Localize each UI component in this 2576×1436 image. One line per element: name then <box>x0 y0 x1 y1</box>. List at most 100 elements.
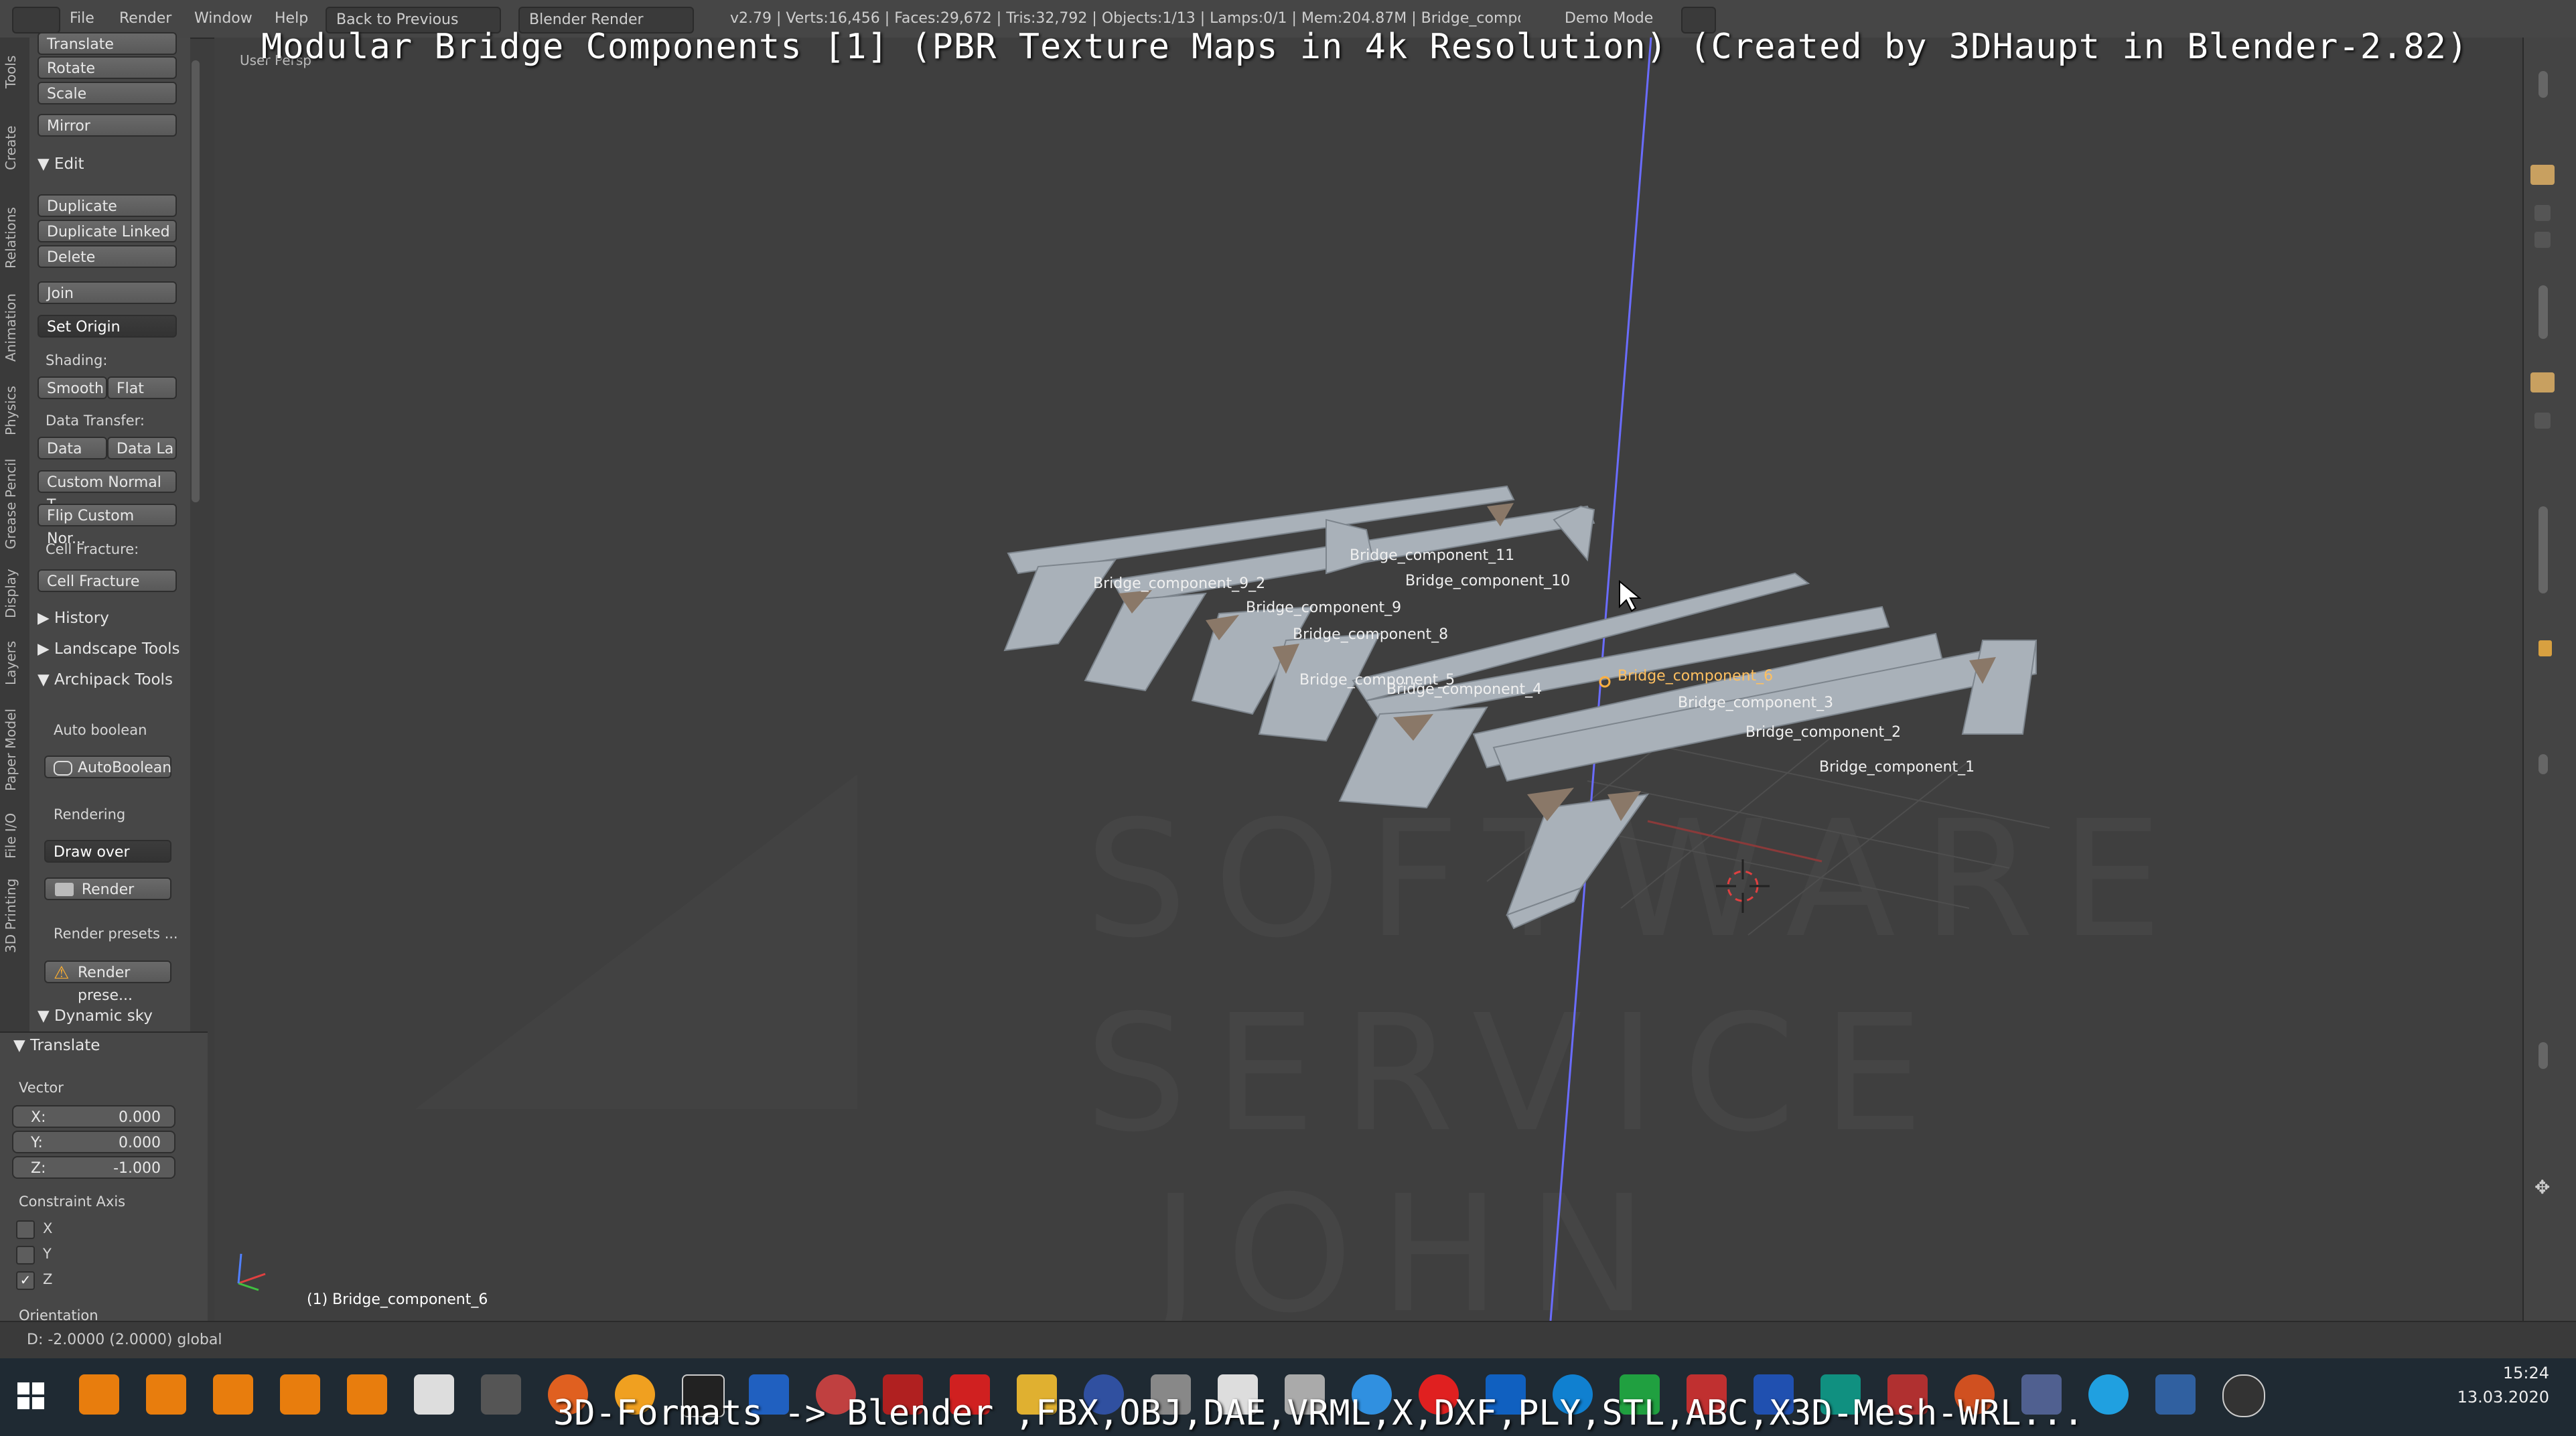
menu-render[interactable]: Render <box>119 7 171 31</box>
tab-grease-pencil[interactable]: Grease Pencil <box>3 450 27 557</box>
watermark-logo-shape <box>415 774 857 1109</box>
custom-normal-button[interactable]: Custom Normal T... <box>38 470 177 514</box>
tab-tools[interactable]: Tools <box>3 42 27 102</box>
blender-taskbar-icon[interactable] <box>146 1374 186 1415</box>
object-icon[interactable] <box>2530 165 2555 185</box>
constraint-z-checkbox[interactable]: ✓ <box>16 1271 35 1290</box>
flip-custom-normals-button[interactable]: Flip Custom Nor... <box>38 504 177 547</box>
app-taskbar-icon[interactable] <box>481 1374 521 1415</box>
cell-fracture-label: Cell Fracture: <box>46 541 139 557</box>
auto-boolean-label: Auto boolean <box>54 722 147 738</box>
toggle-icon[interactable] <box>2534 232 2551 248</box>
vector-z-field[interactable]: Z: -1.000 <box>12 1156 175 1179</box>
landscape-tools-header[interactable]: ▶ Landscape Tools <box>38 640 180 658</box>
rotate-button[interactable]: Rotate <box>38 56 177 79</box>
label-component-1: Bridge_component_1 <box>1819 759 1975 776</box>
vector-y-field[interactable]: Y: 0.000 <box>12 1131 175 1153</box>
archipack-tools-header[interactable]: ▼ Archipack Tools <box>38 671 173 689</box>
shading-label: Shading: <box>46 352 108 368</box>
slider-handle[interactable] <box>2538 1042 2548 1069</box>
tab-display[interactable]: Display <box>3 560 27 627</box>
blender-taskbar-icon[interactable] <box>213 1374 253 1415</box>
history-section-header[interactable]: ▶ History <box>38 609 109 627</box>
system-clock[interactable]: 15:24 13.03.2020 <box>2457 1361 2549 1409</box>
rendering-label: Rendering <box>54 806 126 822</box>
selected-object-label: (1) Bridge_component_6 <box>307 1291 488 1308</box>
watermark-line-1: SOFTWARE <box>1085 786 2189 973</box>
scroll-handle[interactable] <box>2538 506 2548 593</box>
render-presets-button[interactable]: ⚠ Render prese... <box>44 960 171 1004</box>
app-taskbar-icon[interactable] <box>2155 1374 2196 1415</box>
editor-type-icon[interactable] <box>12 7 60 33</box>
set-origin-select[interactable]: Set Origin <box>38 315 177 338</box>
toolshelf-scrollbar[interactable] <box>192 60 200 502</box>
data-button[interactable]: Data <box>38 437 107 459</box>
bridge-mesh <box>1084 592 1207 692</box>
tab-physics[interactable]: Physics <box>3 374 27 447</box>
tab-relations[interactable]: Relations <box>3 194 27 281</box>
scroll-handle[interactable] <box>2538 285 2548 339</box>
smooth-button[interactable]: Smooth <box>38 376 107 399</box>
scale-button[interactable]: Scale <box>38 82 177 104</box>
windows-start-icon[interactable] <box>17 1382 44 1409</box>
edit-section-header[interactable]: ▼ Edit <box>38 155 84 173</box>
duplicate-linked-button[interactable]: Duplicate Linked <box>38 220 177 242</box>
data-layers-button[interactable]: Data La <box>107 437 177 459</box>
tab-file-io[interactable]: File I/O <box>3 802 27 869</box>
menu-window[interactable]: Window <box>194 7 253 31</box>
tab-animation[interactable]: Animation <box>3 284 27 371</box>
collapse-arrow-icon: ▼ <box>38 155 54 173</box>
constraint-x-label: X <box>43 1220 53 1236</box>
collapse-arrow-icon: ▼ <box>38 671 54 689</box>
vector-x-field[interactable]: X: 0.000 <box>12 1105 175 1128</box>
blender-taskbar-icon[interactable] <box>79 1374 119 1415</box>
warning-icon: ⚠ <box>54 963 70 983</box>
skype-icon[interactable] <box>2088 1374 2129 1415</box>
label-component-4: Bridge_component_4 <box>1386 681 1542 698</box>
app-taskbar-icon[interactable] <box>2222 1374 2265 1417</box>
blender-taskbar-icon[interactable] <box>280 1374 320 1415</box>
app-taskbar-icon[interactable] <box>414 1374 454 1415</box>
mirror-button[interactable]: Mirror <box>38 114 177 137</box>
tab-create[interactable]: Create <box>3 104 27 192</box>
duplicate-button[interactable]: Duplicate <box>38 194 177 217</box>
label-component-9: Bridge_component_9 <box>1246 599 1401 616</box>
tab-paper-model[interactable]: Paper Model <box>3 699 27 800</box>
status-bar: D: -2.0000 (2.0000) global <box>0 1321 2576 1360</box>
render-button[interactable]: Render <box>44 877 171 900</box>
toggle-icon[interactable] <box>2534 413 2551 429</box>
object-icon[interactable] <box>2530 372 2555 392</box>
checkmark-icon: ✓ <box>19 1272 31 1288</box>
collapse-arrow-icon: ▼ <box>38 1007 54 1025</box>
label-component-9-2: Bridge_component_9_2 <box>1093 575 1265 592</box>
expand-arrow-icon: ▶ <box>38 640 54 658</box>
slider-handle[interactable] <box>2538 754 2548 774</box>
slider-handle[interactable] <box>2538 71 2548 98</box>
cell-fracture-button[interactable]: Cell Fracture <box>38 569 177 592</box>
autoboolean-button[interactable]: AutoBoolean <box>44 756 171 778</box>
constraint-x-checkbox[interactable] <box>16 1220 35 1239</box>
constraint-y-checkbox[interactable] <box>16 1246 35 1265</box>
toggle-icon[interactable] <box>2534 205 2551 221</box>
watermark-line-2: SERVICE <box>1085 980 1950 1167</box>
expand-arrow-icon: ▶ <box>38 609 54 627</box>
tab-3d-printing[interactable]: 3D Printing <box>3 872 27 959</box>
transform-status: D: -2.0000 (2.0000) global <box>27 1332 222 1348</box>
join-button[interactable]: Join <box>38 281 177 304</box>
draw-over-select[interactable]: Draw over <box>44 840 171 863</box>
label-component-6: Bridge_component_6 <box>1618 668 1773 685</box>
constraint-z-label: Z <box>43 1271 53 1287</box>
delete-button[interactable]: Delete <box>38 245 177 268</box>
flat-button[interactable]: Flat <box>107 376 177 399</box>
collapse-arrow-icon: ▼ <box>13 1037 30 1054</box>
label-component-2: Bridge_component_2 <box>1745 724 1901 741</box>
menu-file[interactable]: File <box>70 7 94 31</box>
tab-layers[interactable]: Layers <box>3 630 27 697</box>
blender-taskbar-icon[interactable] <box>347 1374 387 1415</box>
operator-header[interactable]: ▼ Translate <box>13 1037 100 1054</box>
3d-viewport[interactable]: User Persp SOFTWARE SERVICE JOHN Bridge_… <box>214 38 2522 1321</box>
navigate-icon[interactable]: ✥ <box>2534 1176 2550 1198</box>
object-icon[interactable] <box>2538 640 2552 656</box>
dynamic-sky-header[interactable]: ▼ Dynamic sky <box>38 1007 153 1025</box>
translate-button[interactable]: Translate <box>38 32 177 55</box>
